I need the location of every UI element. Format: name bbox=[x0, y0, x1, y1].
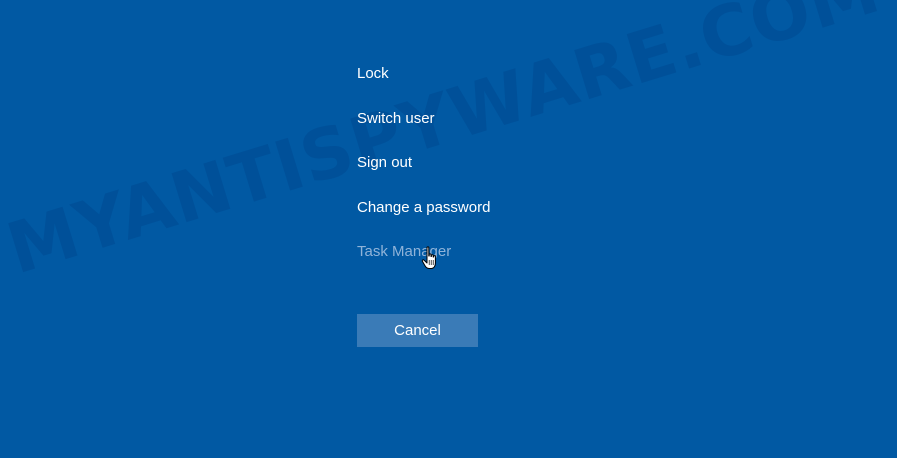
security-options-menu: Lock Switch user Sign out Change a passw… bbox=[357, 62, 557, 285]
cancel-button[interactable]: Cancel bbox=[357, 314, 478, 347]
lock-option[interactable]: Lock bbox=[357, 62, 557, 86]
switch-user-option[interactable]: Switch user bbox=[357, 107, 557, 131]
security-options-screen: MYANTISPYWARE.COM Lock Switch user Sign … bbox=[0, 0, 897, 458]
task-manager-option[interactable]: Task Manager bbox=[357, 240, 557, 264]
change-password-option[interactable]: Change a password bbox=[357, 196, 557, 220]
sign-out-option[interactable]: Sign out bbox=[357, 151, 557, 175]
